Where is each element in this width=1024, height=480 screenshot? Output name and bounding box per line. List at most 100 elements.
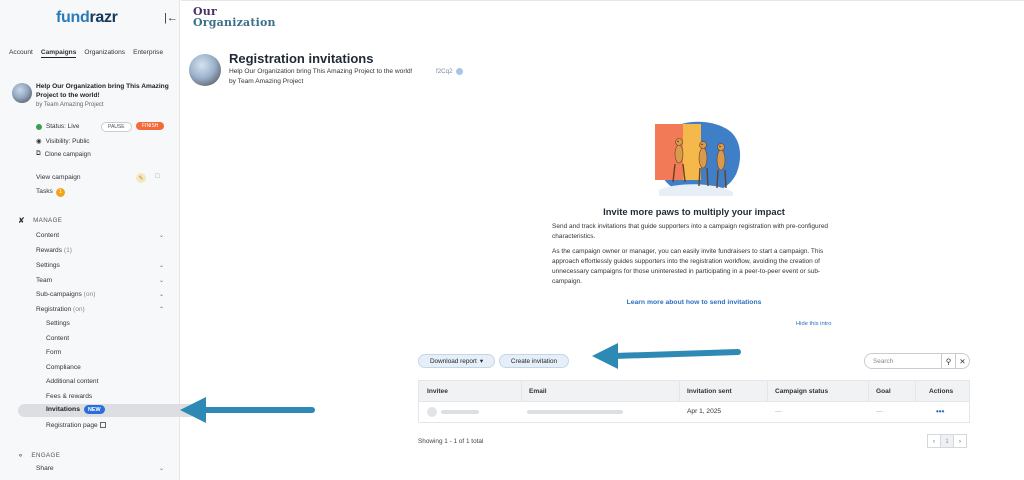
annotation-arrow-create-invitation [592, 343, 741, 369]
reg-sub-compliance[interactable]: Compliance [46, 364, 81, 371]
visibility-text: Visibility: Public [45, 137, 90, 145]
table-header: Invitee Email Invitation sent Campaign s… [419, 381, 969, 422]
download-report-button[interactable]: Download report ▾ [418, 354, 495, 368]
engage-heading-label: ENGAGE [31, 452, 61, 459]
page-title: Registration invitations [229, 51, 374, 66]
menu-sub-campaigns[interactable]: Sub-campaigns (on) ⌄ [36, 291, 164, 298]
reg-sub-form[interactable]: Form [46, 349, 61, 356]
invitation-sent-date: Apr 1, 2025 [687, 408, 722, 415]
menu-team[interactable]: Team ⌄ [36, 277, 164, 284]
prev-page-button[interactable]: ‹ [927, 434, 941, 448]
tab-organizations[interactable]: Organizations [84, 49, 125, 58]
menu-team-label: Team [36, 277, 53, 284]
clone-text: Clone campaign [44, 150, 91, 158]
col-actions: Actions [929, 388, 954, 395]
invitations-table: Invitee Email Invitation sent Campaign s… [418, 380, 970, 423]
menu-registration-label: Registration [36, 306, 72, 313]
col-email[interactable]: Email [529, 381, 547, 402]
col-goal[interactable]: Goal [876, 381, 891, 402]
chevron-down-icon: ⌄ [158, 233, 164, 239]
top-tabs: Account Campaigns Organizations Enterpri… [9, 49, 163, 58]
col-invitee[interactable]: Invitee [427, 381, 448, 402]
menu-settings-label: Settings [36, 262, 60, 269]
reg-sub-content[interactable]: Content [46, 335, 69, 342]
clone-campaign-link[interactable]: ⧉ Clone campaign [36, 150, 91, 158]
close-icon[interactable]: ✕ [955, 354, 969, 368]
menu-subcampaigns-state: (on) [83, 291, 96, 298]
edit-pencil-icon[interactable]: ✎ [136, 173, 146, 183]
manage-heading: ✘ MANAGE [18, 216, 62, 225]
copy-icon: ⧉ [36, 150, 41, 157]
tools-icon: ✘ [18, 216, 26, 225]
visibility-row[interactable]: ◉ Visibility: Public [36, 137, 90, 146]
info-icon [455, 68, 463, 75]
menu-settings[interactable]: Settings ⌄ [36, 262, 164, 269]
search-icon[interactable]: ⚲ [941, 354, 955, 368]
status-text: Status: Live [46, 123, 80, 130]
campaign-code[interactable]: f2Cq2 [436, 68, 463, 75]
org-logo-line2: Organization [193, 16, 276, 29]
learn-more-link[interactable]: Learn more about how to send invitations [552, 299, 836, 306]
finish-button[interactable]: FINISH [136, 122, 165, 130]
campaign-by: by Team Amazing Project [36, 102, 104, 108]
fundrazr-logo[interactable]: fundrazr [56, 9, 118, 27]
table-row[interactable]: Apr 1, 2025 — — ••• [419, 402, 969, 422]
eye-icon: ◉ [36, 138, 42, 145]
goal-value: — [876, 408, 883, 415]
intro-heading: Invite more paws to multiply your impact [603, 206, 785, 217]
tasks-count-badge: 1 [55, 188, 65, 197]
tab-enterprise[interactable]: Enterprise [133, 49, 163, 58]
menu-registration-state: (on) [73, 306, 85, 313]
active-item-highlight[interactable] [18, 404, 196, 417]
network-icon: ∘ [18, 451, 24, 460]
chevron-down-icon: ⌄ [158, 292, 164, 298]
create-invitation-button[interactable]: Create invitation [499, 354, 569, 368]
menu-registration[interactable]: Registration (on) ⌃ [36, 306, 164, 313]
reg-sub-fees-rewards[interactable]: Fees & rewards [46, 393, 92, 400]
invitee-avatar [427, 407, 437, 417]
reg-sub-invitations[interactable]: Invitations [46, 406, 80, 413]
tab-account[interactable]: Account [9, 49, 33, 58]
campaign-code-text: f2Cq2 [436, 68, 453, 75]
pause-button[interactable]: PAUSE [101, 122, 132, 132]
hide-intro-link[interactable]: Hide this intro [796, 321, 831, 327]
menu-content[interactable]: Content ⌄ [36, 232, 164, 239]
tab-campaigns[interactable]: Campaigns [40, 49, 77, 58]
invitee-email-redacted [527, 410, 623, 414]
current-page[interactable]: 1 [940, 434, 954, 448]
menu-share[interactable]: Share ⌄ [36, 465, 164, 472]
intro-paragraph-2: As the campaign owner or manager, you ca… [552, 248, 824, 285]
campaign-avatar [12, 83, 32, 103]
menu-rewards-label: Rewards [36, 247, 63, 254]
manage-heading-label: MANAGE [33, 217, 63, 224]
bookmark-icon[interactable]: □ [155, 173, 159, 183]
download-report-label: Download report [429, 357, 477, 365]
reg-sub-additional-content[interactable]: Additional content [46, 378, 98, 385]
organization-logo: Our Organization [193, 6, 276, 28]
status-live-icon [36, 123, 42, 130]
menu-subcampaigns-label: Sub-campaigns [36, 291, 82, 298]
next-page-button[interactable]: › [953, 434, 967, 448]
row-actions-menu[interactable]: ••• [936, 402, 944, 422]
reg-sub-registration-page[interactable]: Registration page [46, 422, 106, 429]
chevron-down-icon: ⌄ [158, 263, 164, 269]
collapse-sidebar-icon[interactable]: |← [164, 12, 178, 24]
menu-share-label: Share [36, 465, 54, 472]
menu-rewards[interactable]: Rewards (1) [36, 247, 164, 254]
chevron-up-icon: ⌃ [158, 307, 164, 313]
view-campaign-link[interactable]: View campaign [36, 174, 81, 181]
engage-heading: ∘ ENGAGE [18, 451, 60, 460]
annotation-arrow-invitations [180, 397, 315, 423]
status-row: Status: Live [36, 123, 79, 130]
campaign-subtitle: Help Our Organization bring This Amazing… [229, 68, 413, 75]
intro-paragraph-1: Send and track invitations that guide su… [552, 223, 829, 240]
sidebar: fundrazr |← Account Campaigns Organizati… [0, 0, 196, 480]
campaign-owner: by Team Amazing Project [229, 78, 304, 85]
search-input[interactable] [873, 356, 937, 367]
view-actions: ✎ □ [136, 173, 159, 183]
col-invitation-sent[interactable]: Invitation sent [687, 381, 732, 402]
registration-page-label: Registration page [46, 422, 98, 429]
tasks-link[interactable]: Tasks 1 [36, 188, 65, 197]
reg-sub-settings[interactable]: Settings [46, 320, 70, 327]
col-campaign-status[interactable]: Campaign status [775, 381, 828, 402]
